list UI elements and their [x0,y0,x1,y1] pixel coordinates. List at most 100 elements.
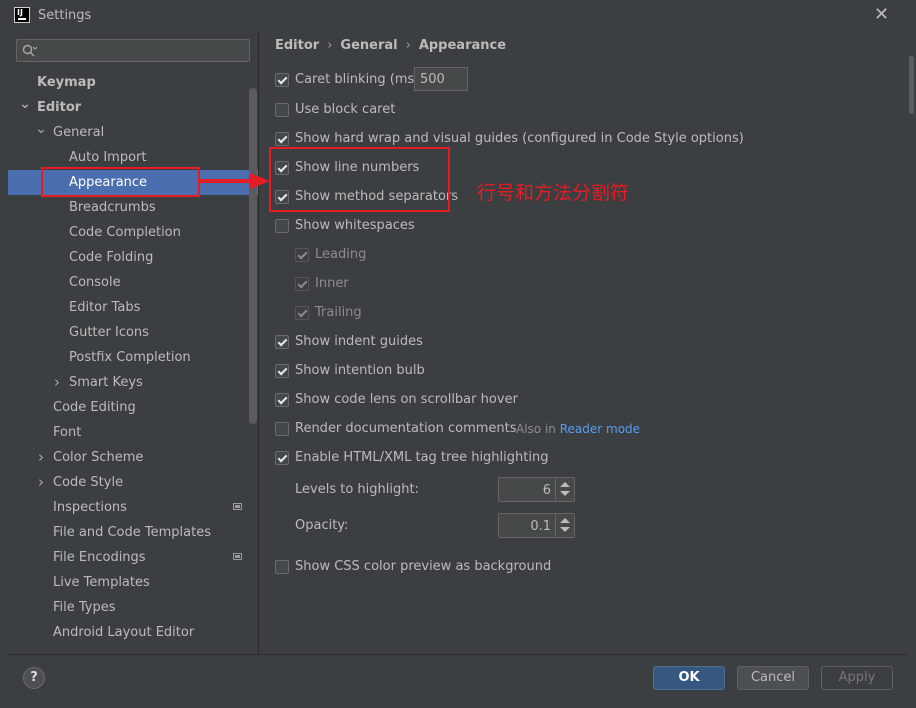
sidebar-item-keymap[interactable]: Keymap [8,70,258,95]
breadcrumb-appearance: Appearance [418,38,507,53]
render-docs-checkbox[interactable] [275,422,289,436]
sidebar-item-label: Code Style [53,475,124,490]
annotation-text: 行号和方法分割符 [477,182,630,204]
sidebar-item-postfix-completion[interactable]: Postfix Completion [8,345,258,370]
indent-guides-label: Show indent guides [295,334,423,349]
breadcrumb-general[interactable]: General [340,38,397,53]
levels-input[interactable] [501,480,553,501]
sidebar-item-font[interactable]: Font [8,420,258,445]
sidebar-item-android-layout-editor[interactable]: Android Layout Editor [8,620,258,645]
appearance-panel: Editor › General › Appearance Caret blinking… [259,30,907,654]
opacity-stepper[interactable] [555,514,574,537]
ok-button[interactable]: OK [653,666,725,690]
sidebar-item-label: Breadcrumbs [69,200,156,215]
annotation-highlight-options [269,147,450,212]
css-preview-label: Show CSS color preview as background [295,559,552,574]
sidebar-item-label: Font [53,425,82,440]
arrow-down-icon[interactable] [560,491,570,496]
tag-tree-label: Enable HTML/XML tag tree highlighting [295,450,549,465]
opacity-spinner[interactable] [498,513,575,538]
background-window-strip [0,700,916,708]
sidebar-item-label: Console [69,275,121,290]
block-caret-checkbox[interactable] [275,103,289,117]
sidebar-item-live-templates[interactable]: Live Templates [8,570,258,595]
sidebar-item-label: Gutter Icons [69,325,149,340]
close-icon[interactable]: ✕ [874,5,889,25]
sidebar-item-color-scheme[interactable]: › Color Scheme [8,445,258,470]
trailing-checkbox [295,306,309,320]
block-caret-label: Use block caret [295,102,396,117]
sidebar-item-inspections[interactable]: Inspections [8,495,258,520]
sidebar-item-code-editing[interactable]: Code Editing [8,395,258,420]
sidebar-item-general[interactable]: ⌄ General [8,120,258,145]
sidebar-item-label: Code Editing [53,400,136,415]
sidebar-item-label: File Types [53,600,116,615]
sidebar-item-label: File and Code Templates [53,525,211,540]
sidebar-item-console[interactable]: Console [8,270,258,295]
project-scope-icon [233,503,242,510]
chevron-down-icon[interactable]: ⌄ [19,92,31,117]
chevron-right-icon[interactable]: › [35,445,47,470]
help-button[interactable]: ? [23,667,45,689]
also-in-hint: Also in Reader mode [516,422,641,436]
chevron-down-icon[interactable]: ⌄ [35,117,47,142]
tag-tree-checkbox[interactable] [275,451,289,465]
search-input[interactable] [41,42,245,61]
caret-blinking-ms-input[interactable] [414,67,468,91]
chevron-right-icon[interactable]: › [51,370,63,395]
sidebar-item-label: Code Folding [69,250,154,265]
sidebar-item-breadcrumbs[interactable]: Breadcrumbs [8,195,258,220]
code-lens-checkbox[interactable] [275,393,289,407]
reader-mode-link[interactable]: Reader mode [560,422,640,436]
opacity-label: Opacity: [295,518,349,533]
levels-stepper[interactable] [555,478,574,501]
css-preview-checkbox[interactable] [275,560,289,574]
sidebar-item-label: Live Templates [53,575,150,590]
sidebar-item-file-types[interactable]: File Types [8,595,258,620]
sidebar-item-label: Editor Tabs [69,300,141,315]
sidebar-item-label: Android Layout Editor [53,625,195,640]
arrow-up-icon[interactable] [560,518,570,523]
breadcrumb-separator: › [327,38,333,53]
inner-label: Inner [315,276,349,291]
sidebar-item-editor-tabs[interactable]: Editor Tabs [8,295,258,320]
background-scrollbar [909,56,914,114]
sidebar-item-gutter-icons[interactable]: Gutter Icons [8,320,258,345]
intention-bulb-checkbox[interactable] [275,364,289,378]
levels-spinner[interactable] [498,477,575,502]
opacity-input[interactable] [501,516,553,537]
arrow-down-icon[interactable] [560,527,570,532]
sidebar-item-code-style[interactable]: › Code Style [8,470,258,495]
project-scope-icon [233,553,242,560]
breadcrumb-editor[interactable]: Editor [275,38,319,53]
indent-guides-checkbox[interactable] [275,335,289,349]
apply-button[interactable]: Apply [821,666,893,690]
intellij-logo-icon: IJ [14,7,30,23]
arrow-up-icon[interactable] [560,482,570,487]
chevron-right-icon[interactable]: › [35,470,47,495]
whitespaces-checkbox[interactable] [275,219,289,233]
settings-sidebar: Keymap ⌄ Editor ⌄ General Auto Import Appearan… [8,32,258,654]
sidebar-item-label: File Encodings [53,550,146,565]
title-bar: IJ Settings ✕ [0,0,916,30]
intention-bulb-label: Show intention bulb [295,363,425,378]
render-docs-option[interactable]: Render documentation comments Also in Re… [275,419,675,439]
render-docs-label: Render documentation comments [295,421,517,436]
cancel-button[interactable]: Cancel [737,666,809,690]
dialog-footer: ? OK Cancel Apply [8,654,908,700]
leading-checkbox [295,248,309,262]
annotation-arrow-icon [200,173,270,189]
annotation-highlight-sidebar [41,167,200,197]
trailing-label: Trailing [315,305,362,320]
sidebar-item-label: Color Scheme [53,450,144,465]
breadcrumb: Editor › General › Appearance [275,38,506,53]
sidebar-item-file-and-code-templates[interactable]: File and Code Templates [8,520,258,545]
sidebar-item-code-folding[interactable]: Code Folding [8,245,258,270]
caret-blinking-checkbox[interactable] [275,73,289,87]
sidebar-scrollbar[interactable] [249,88,257,424]
sidebar-item-smart-keys[interactable]: › Smart Keys [8,370,258,395]
sidebar-item-code-completion[interactable]: Code Completion [8,220,258,245]
hard-wrap-checkbox[interactable] [275,132,289,146]
settings-search-field[interactable] [16,39,250,62]
sidebar-item-file-encodings[interactable]: File Encodings [8,545,258,570]
